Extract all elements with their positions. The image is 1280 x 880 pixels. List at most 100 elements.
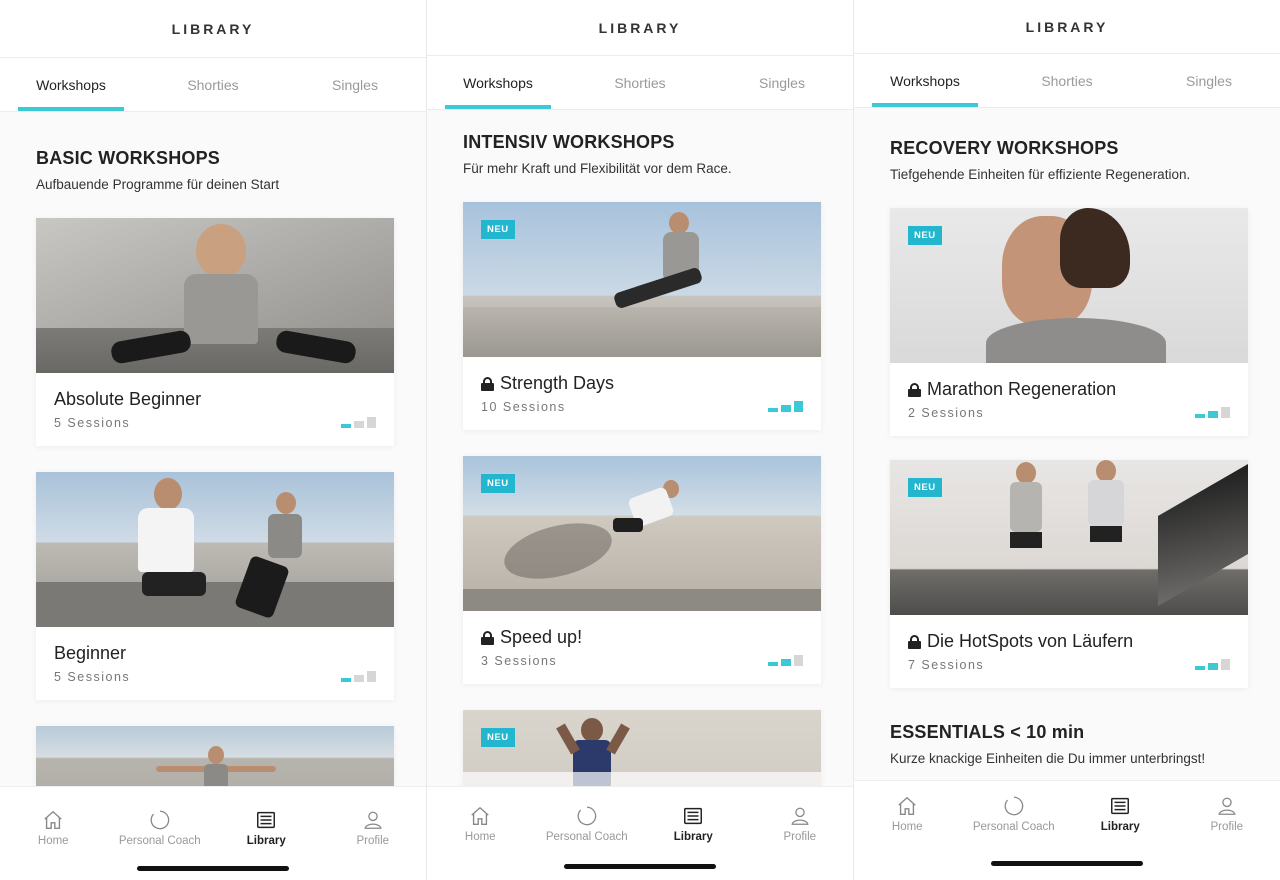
nav-profile[interactable]: Profile [320,787,427,847]
difficulty-level-icon [341,417,376,428]
section-title: BASIC WORKSHOPS [36,148,221,168]
library-icon [684,807,703,825]
workshop-name-text: Marathon Regeneration [927,379,1117,399]
section-title: INTENSIV WORKSHOPS [463,132,675,152]
nav-personal-coach[interactable]: Personal Coach [534,787,641,843]
tab-singles[interactable]: Singles [284,58,426,111]
card-photo [36,726,394,786]
card-body: Die HotSpots von Läufern 7 Sessions [890,615,1248,688]
lock-icon [481,376,494,391]
content-area[interactable]: RECOVERY WORKSHOPS Tiefgehende Einheiten… [854,108,1280,780]
session-count: 10 Sessions [481,400,566,414]
page-title: LIBRARY [171,20,255,37]
coach-ring-icon [150,810,170,830]
tab-shorties[interactable]: Shorties [569,56,711,109]
workshop-card-absolute-beginner[interactable]: Absolute Beginner 5 Sessions [36,218,394,446]
nav-home[interactable]: Home [427,787,534,843]
section-subtitle: Für mehr Kraft und Flexibilität vor dem … [463,161,732,176]
nav-profile-label: Profile [356,835,390,847]
library-icon [257,811,276,829]
nav-library[interactable]: Library [213,787,320,847]
workshop-card-marathon-regeneration[interactable]: NEU Marathon Regeneration 2 Sessions [890,208,1248,436]
nav-coach-label: Personal Coach [545,831,628,843]
difficulty-level-icon [341,671,376,682]
nav-profile[interactable]: Profile [747,787,854,843]
new-badge: NEU [481,220,515,239]
card-photo [36,472,394,627]
workshop-card-hotspots[interactable]: NEU Die HotSpots von Läufern 7 Sessions [890,460,1248,688]
tab-bar: Workshops Shorties Singles [854,54,1280,108]
session-count: 3 Sessions [481,654,558,668]
nav-personal-coach[interactable]: Personal Coach [107,787,214,847]
workshop-name-text: Beginner [54,643,127,663]
nav-profile[interactable]: Profile [1174,781,1280,833]
card-photo: NEU [463,202,821,357]
lock-icon [908,634,921,649]
workshop-card-partial[interactable] [36,726,394,786]
session-count: 7 Sessions [908,658,985,672]
card-photo: NEU [463,456,821,611]
tab-workshops[interactable]: Workshops [427,56,569,109]
nav-personal-coach[interactable]: Personal Coach [961,781,1068,833]
bottom-nav: Home Personal Coach Library Profile [0,786,426,880]
card-photo: NEU [463,710,821,786]
card-body: Marathon Regeneration 2 Sessions [890,363,1248,436]
card-photo [36,218,394,373]
home-icon [898,796,916,815]
workshop-name-text: Absolute Beginner [54,389,202,409]
session-count: 5 Sessions [54,416,131,430]
workshop-card-speed-up[interactable]: NEU Speed up! 3 Sessions [463,456,821,684]
nav-home[interactable]: Home [0,787,107,847]
profile-icon [1218,797,1236,815]
card-body: Absolute Beginner 5 Sessions [36,373,394,446]
section-title-essentials: ESSENTIALS < 10 min [890,722,1085,742]
new-badge: NEU [481,474,515,493]
workshop-card-partial[interactable]: NEU [463,710,821,786]
nav-library-label: Library [673,831,713,843]
nav-library[interactable]: Library [1067,781,1174,833]
home-icon [44,810,62,829]
coach-ring-icon [1004,796,1024,816]
page-title: LIBRARY [598,19,682,36]
content-area[interactable]: BASIC WORKSHOPS Aufbauende Programme für… [0,112,426,786]
workshop-name: Die HotSpots von Läufern [908,631,1230,652]
tab-bar: Workshops Shorties Singles [0,58,426,112]
nav-library[interactable]: Library [640,787,747,843]
nav-profile-label: Profile [783,831,817,843]
tab-shorties[interactable]: Shorties [996,54,1138,107]
difficulty-level-icon [1195,659,1230,670]
card-body: Speed up! 3 Sessions [463,611,821,684]
nav-coach-label: Personal Coach [118,835,201,847]
tab-shorties[interactable]: Shorties [142,58,284,111]
workshop-card-beginner[interactable]: Beginner 5 Sessions [36,472,394,700]
nav-library-label: Library [1100,821,1140,833]
workshop-name: Strength Days [481,373,803,394]
nav-library-label: Library [246,835,286,847]
card-body: Beginner 5 Sessions [36,627,394,700]
workshop-name: Absolute Beginner [54,389,376,410]
workshop-card-strength-days[interactable]: NEU Strength Days 10 Sessions [463,202,821,430]
tab-singles[interactable]: Singles [1138,54,1280,107]
nav-home-label: Home [464,831,496,843]
card-photo: NEU [890,208,1248,363]
difficulty-level-icon [1195,407,1230,418]
header: LIBRARY [427,0,853,56]
nav-home[interactable]: Home [854,781,961,833]
bottom-nav: Home Personal Coach Library Profile [854,780,1280,880]
new-badge: NEU [481,728,515,747]
tab-workshops[interactable]: Workshops [854,54,996,107]
section-title: RECOVERY WORKSHOPS [890,138,1119,158]
workshop-name-text: Die HotSpots von Läufern [927,631,1134,651]
content-area[interactable]: INTENSIV WORKSHOPS Für mehr Kraft und Fl… [427,110,853,786]
nav-home-label: Home [37,835,69,847]
tab-workshops[interactable]: Workshops [0,58,142,111]
profile-icon [791,807,809,825]
workshop-name-text: Strength Days [500,373,615,393]
tab-singles[interactable]: Singles [711,56,853,109]
bottom-nav: Home Personal Coach Library Profile [427,786,853,880]
tab-bar: Workshops Shorties Singles [427,56,853,110]
session-count: 2 Sessions [908,406,985,420]
section-subtitle: Aufbauende Programme für deinen Start [36,177,280,192]
difficulty-level-icon [768,655,803,666]
nav-profile-label: Profile [1210,821,1244,833]
